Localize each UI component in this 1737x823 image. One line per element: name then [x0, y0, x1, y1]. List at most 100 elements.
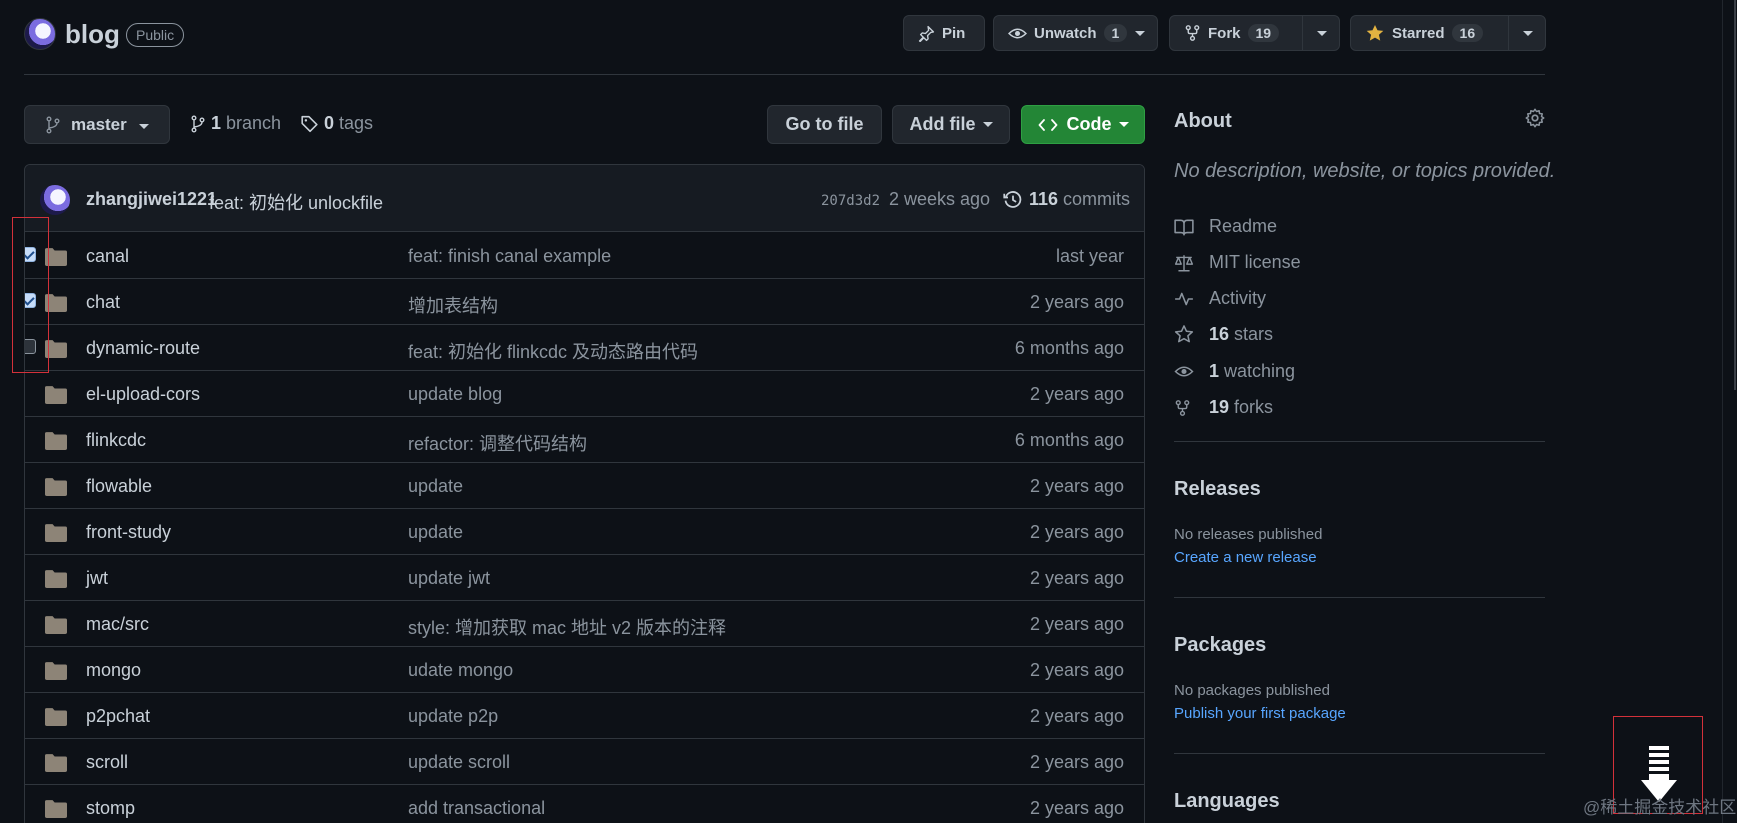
- table-row[interactable]: chat 增加表结构 2 years ago: [25, 279, 1144, 325]
- table-row[interactable]: stomp add transactional 2 years ago: [25, 785, 1144, 823]
- commit-message[interactable]: feat: 初始化 unlockfile: [209, 189, 383, 215]
- table-row[interactable]: mac/src style: 增加获取 mac 地址 v2 版本的注释 2 year…: [25, 601, 1144, 647]
- table-row[interactable]: p2pchat update p2p 2 years ago: [25, 693, 1144, 739]
- go-to-file-button[interactable]: Go to file: [767, 105, 882, 144]
- file-name[interactable]: stomp: [86, 798, 135, 819]
- file-name[interactable]: dynamic-route: [86, 338, 200, 359]
- branch-icon: [45, 116, 61, 134]
- watching-count: 1: [1209, 361, 1220, 381]
- pulse-icon: [1174, 290, 1196, 308]
- gear-icon[interactable]: [1525, 108, 1545, 133]
- branch-select-button[interactable]: master: [24, 105, 170, 144]
- starred-label: Starred: [1392, 24, 1445, 42]
- activity-link[interactable]: Activity: [1174, 288, 1266, 309]
- fork-label: Fork: [1208, 24, 1241, 42]
- code-button[interactable]: Code: [1021, 105, 1145, 144]
- readme-label: Readme: [1209, 216, 1278, 236]
- file-commit-message[interactable]: feat: 初始化 flinkcdc 及动态路由代码: [408, 338, 698, 364]
- add-file-button[interactable]: Add file: [892, 105, 1010, 144]
- commit-count: 116: [1029, 189, 1059, 209]
- file-name[interactable]: jwt: [86, 568, 108, 589]
- file-name[interactable]: mac/src: [86, 614, 149, 635]
- publish-package-link[interactable]: Publish your first package: [1174, 705, 1346, 722]
- file-age: 2 years ago: [1029, 292, 1124, 312]
- table-row[interactable]: dynamic-route feat: 初始化 flinkcdc 及动态路由代码 6…: [25, 325, 1144, 371]
- chevron-down-icon[interactable]: [1523, 31, 1533, 36]
- about-description: No description, website, or topics provi…: [1174, 160, 1556, 182]
- fork-count: 19: [1247, 24, 1280, 42]
- starred-button[interactable]: Starred 16: [1350, 15, 1546, 51]
- file-age: 6 months ago: [1014, 338, 1124, 358]
- chevron-down-icon: [982, 122, 993, 127]
- branch-count: 1: [211, 113, 222, 133]
- tag-icon: [300, 115, 319, 133]
- table-row[interactable]: flinkcdc refactor: 调整代码结构 6 months ago: [25, 417, 1144, 463]
- repo-name[interactable]: blog: [65, 19, 120, 50]
- file-commit-message[interactable]: update blog: [408, 384, 502, 405]
- file-name[interactable]: flinkcdc: [86, 430, 146, 451]
- annotation-box: [12, 217, 49, 373]
- create-release-link[interactable]: Create a new release: [1174, 549, 1317, 566]
- chevron-down-icon[interactable]: [1135, 31, 1145, 36]
- file-commit-message[interactable]: update p2p: [408, 706, 498, 727]
- file-commit-message[interactable]: update: [408, 476, 463, 497]
- folder-icon: [45, 524, 67, 542]
- stars-link[interactable]: 16 stars: [1174, 324, 1273, 345]
- file-commit-message[interactable]: refactor: 调整代码结构: [408, 430, 587, 456]
- file-name[interactable]: chat: [86, 292, 120, 313]
- folder-icon: [45, 432, 67, 450]
- table-row[interactable]: front-study update 2 years ago: [25, 509, 1144, 555]
- table-row[interactable]: flowable update 2 years ago: [25, 463, 1144, 509]
- file-commit-message[interactable]: update scroll: [408, 752, 510, 773]
- license-link[interactable]: MIT license: [1174, 252, 1301, 273]
- author-avatar[interactable]: [40, 185, 70, 215]
- readme-link[interactable]: Readme: [1174, 216, 1277, 237]
- languages-title: Languages: [1174, 790, 1280, 812]
- commit-author[interactable]: zhangjiwei1221: [86, 189, 217, 210]
- table-row[interactable]: el-upload-cors update blog 2 years ago: [25, 371, 1144, 417]
- scrollbar-thumb[interactable]: [1734, 0, 1736, 390]
- file-name[interactable]: mongo: [86, 660, 141, 681]
- commits-link[interactable]: 116 commits: [1003, 189, 1130, 210]
- pin-button[interactable]: Pin: [903, 15, 985, 51]
- file-commit-message[interactable]: add transactional: [408, 798, 545, 819]
- file-commit-message[interactable]: update jwt: [408, 568, 490, 589]
- commit-sha[interactable]: 207d3d2: [821, 193, 880, 209]
- file-name[interactable]: p2pchat: [86, 706, 150, 727]
- tag-label: tags: [339, 113, 374, 133]
- repo-header: blog Public Pin Unwatch 1 Fork 19 Starre…: [24, 14, 1546, 54]
- file-commit-message[interactable]: 增加表结构: [408, 292, 498, 318]
- file-name[interactable]: scroll: [86, 752, 128, 773]
- visibility-badge: Public: [126, 23, 185, 47]
- file-name[interactable]: front-study: [86, 522, 171, 543]
- forks-link[interactable]: 19 forks: [1174, 397, 1273, 418]
- branches-link[interactable]: 1 branch: [190, 113, 281, 134]
- code-label: Code: [1066, 114, 1112, 134]
- chevron-down-icon[interactable]: [1317, 31, 1327, 36]
- table-row[interactable]: canal feat: finish canal example last year: [25, 233, 1144, 279]
- file-commit-message[interactable]: udate mongo: [408, 660, 513, 681]
- watching-link[interactable]: 1 watching: [1174, 361, 1295, 382]
- file-age: 6 months ago: [1014, 430, 1124, 450]
- unwatch-button[interactable]: Unwatch 1: [993, 15, 1158, 51]
- branch-label: branch: [226, 113, 282, 133]
- table-row[interactable]: jwt update jwt 2 years ago: [25, 555, 1144, 601]
- tags-link[interactable]: 0 tags: [300, 113, 373, 134]
- releases-title[interactable]: Releases: [1174, 478, 1261, 501]
- fork-button[interactable]: Fork 19: [1169, 15, 1340, 51]
- file-name[interactable]: canal: [86, 246, 129, 267]
- table-row[interactable]: scroll update scroll 2 years ago: [25, 739, 1144, 785]
- file-commit-message[interactable]: update: [408, 522, 463, 543]
- file-commit-message[interactable]: feat: finish canal example: [408, 246, 611, 267]
- branch-icon: [190, 115, 206, 133]
- owner-avatar[interactable]: [24, 18, 56, 50]
- latest-commit-bar: zhangjiwei1221 feat: 初始化 unlockfile 207d…: [25, 165, 1144, 232]
- table-row[interactable]: mongo udate mongo 2 years ago: [25, 647, 1144, 693]
- sidebar-divider: [1174, 597, 1545, 598]
- eye-icon: [1008, 25, 1027, 42]
- file-commit-message[interactable]: style: 增加获取 mac 地址 v2 版本的注释: [408, 614, 726, 640]
- file-name[interactable]: flowable: [86, 476, 152, 497]
- file-name[interactable]: el-upload-cors: [86, 384, 200, 405]
- packages-title[interactable]: Packages: [1174, 634, 1266, 657]
- watermark: @稀土掘金技术社区: [1583, 798, 1737, 817]
